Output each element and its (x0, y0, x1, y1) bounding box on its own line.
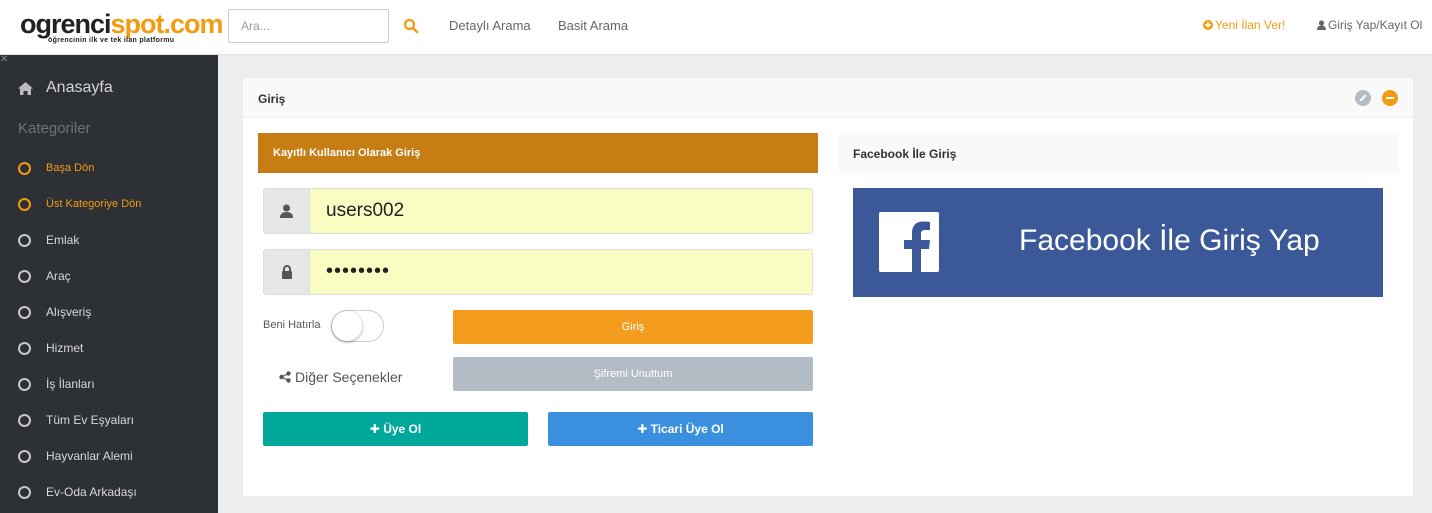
facebook-login-button[interactable]: Facebook İle Giriş Yap (853, 188, 1383, 297)
other-options-label: Diğer Seçenekler (295, 369, 403, 385)
new-listing-label: Yeni İlan Ver! (1215, 18, 1286, 32)
panel-expand-icon[interactable] (1355, 90, 1371, 106)
sidebar-item-home-label: Anasayfa (46, 79, 113, 96)
remember-me-label: Beni Hatırla (263, 319, 321, 331)
password-addon (264, 250, 310, 294)
sidebar-collapse-icon[interactable]: ✕ (0, 54, 8, 65)
circle-icon (18, 413, 31, 427)
sidebar-item-label: Emlak (46, 233, 80, 247)
facebook-login-label: Facebook İle Giriş Yap (1019, 224, 1320, 257)
login-register-label: Giriş Yap/Kayıt Ol (1328, 18, 1423, 32)
nav-detailed-search[interactable]: Detaylı Arama (449, 18, 531, 33)
circle-icon (18, 197, 31, 211)
login-register-link[interactable]: Giriş Yap/Kayıt Ol (1317, 18, 1422, 32)
remember-me-toggle[interactable] (331, 310, 384, 342)
plus-icon: ✚ (369, 422, 384, 436)
sidebar-item-ev-esyalari[interactable]: Tüm Ev Eşyaları (18, 410, 134, 430)
password-group: •••••••• (263, 249, 813, 295)
panel-header: Giriş (243, 78, 1413, 118)
search-icon[interactable] (403, 18, 419, 34)
username-field[interactable] (310, 189, 812, 233)
register-label: Üye Ol (383, 422, 422, 436)
sidebar-item-is-ilanlari[interactable]: İş İlanları (18, 374, 95, 394)
new-listing-link[interactable]: Yeni İlan Ver! (1203, 18, 1285, 32)
panel-collapse-icon[interactable] (1382, 90, 1398, 106)
circle-icon (18, 233, 31, 247)
home-icon (18, 81, 33, 95)
register-button[interactable]: ✚ Üye Ol (263, 412, 528, 446)
logo-text-primary: ogrenci (20, 9, 112, 39)
sidebar-item-label: Hayvanlar Alemi (46, 449, 133, 463)
sidebar-item-home[interactable]: Anasayfa (18, 79, 113, 97)
circle-icon (18, 161, 31, 175)
user-icon (1317, 20, 1326, 30)
top-bar: ogrencispot.com öğrencinin ilk ve tek il… (0, 0, 1432, 55)
sidebar-item-label: Üst Kategoriye Dön (46, 198, 142, 210)
sidebar-item-emlak[interactable]: Emlak (18, 230, 79, 250)
share-icon (279, 371, 291, 383)
username-group (263, 188, 813, 234)
username-addon (264, 189, 310, 233)
login-button[interactable]: Giriş (453, 310, 813, 344)
search-input[interactable] (228, 9, 389, 43)
circle-icon (18, 305, 31, 319)
other-options-link[interactable]: Diğer Seçenekler (279, 369, 402, 385)
login-panel: Giriş Kayıtlı Kullanıcı Olarak Giriş •••… (243, 78, 1413, 496)
facebook-section-header: Facebook İle Giriş (839, 133, 1399, 173)
sidebar-item-label: Tüm Ev Eşyaları (46, 413, 135, 427)
site-logo[interactable]: ogrencispot.com öğrencinin ilk ve tek il… (20, 9, 224, 50)
sidebar: ✕ Anasayfa Kategoriler Başa Dön Üst Kate… (0, 54, 218, 513)
circle-icon (18, 269, 31, 283)
sidebar-item-label: Araç (46, 269, 71, 283)
circle-icon (18, 341, 31, 355)
sidebar-item-label: Alışveriş (46, 305, 92, 319)
sidebar-item-parent-category[interactable]: Üst Kategoriye Dön (18, 194, 141, 214)
sidebar-item-hayvanlar[interactable]: Hayvanlar Alemi (18, 446, 133, 466)
business-register-label: Ticari Üye Ol (650, 422, 724, 436)
sidebar-item-label: Başa Dön (46, 162, 95, 174)
sidebar-item-back-to-top[interactable]: Başa Dön (18, 158, 94, 178)
password-field[interactable]: •••••••• (310, 250, 812, 294)
circle-icon (18, 485, 31, 499)
panel-title: Giriş (258, 92, 286, 106)
circle-icon (18, 449, 31, 463)
toggle-knob (332, 311, 362, 341)
sidebar-item-ev-oda-arkadasi[interactable]: Ev-Oda Arkadaşı (18, 482, 137, 502)
plus-icon: ✚ (637, 422, 651, 436)
sidebar-item-label: Hizmet (46, 341, 84, 355)
sidebar-item-arac[interactable]: Araç (18, 266, 71, 286)
nav-basic-search[interactable]: Basit Arama (558, 18, 628, 33)
facebook-icon (879, 212, 939, 272)
login-section-header: Kayıtlı Kullanıcı Olarak Giriş (258, 133, 818, 173)
logo-text-accent: spot.com (110, 9, 224, 39)
circle-icon (18, 377, 31, 391)
user-icon (280, 204, 293, 218)
business-register-button[interactable]: ✚ Ticari Üye Ol (548, 412, 813, 446)
sidebar-item-alisveris[interactable]: Alışveriş (18, 302, 91, 322)
categories-title: Kategoriler (18, 120, 91, 137)
sidebar-item-hizmet[interactable]: Hizmet (18, 338, 83, 358)
sidebar-item-label: Ev-Oda Arkadaşı (46, 485, 137, 499)
plus-circle-icon (1203, 20, 1213, 30)
sidebar-item-label: İş İlanları (46, 377, 95, 391)
lock-icon (281, 265, 292, 279)
forgot-password-button[interactable]: Şifremi Unuttum (453, 357, 813, 391)
